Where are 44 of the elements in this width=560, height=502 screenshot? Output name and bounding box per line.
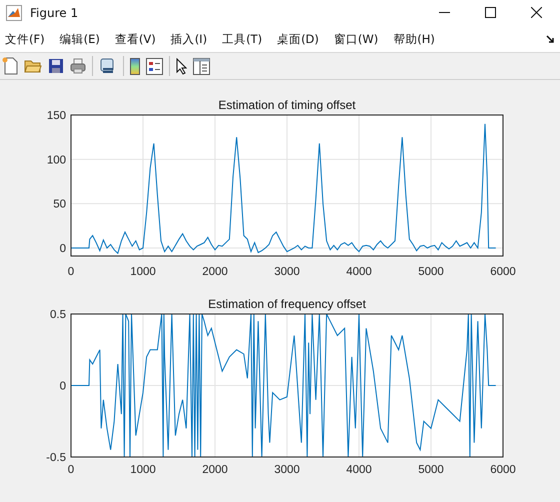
colorbar-icon[interactable] bbox=[130, 58, 140, 75]
menu-item[interactable]: 插入(I) bbox=[170, 32, 208, 46]
tick-label: 0 bbox=[60, 380, 66, 392]
menu-item[interactable]: 查看(V) bbox=[114, 32, 156, 46]
tick-label: -0.5 bbox=[46, 452, 66, 464]
legend-icon[interactable] bbox=[146, 58, 163, 75]
chart-title: Estimation of frequency offset bbox=[208, 297, 366, 311]
tick-label: 1000 bbox=[130, 464, 156, 476]
window-title: Figure 1 bbox=[30, 6, 78, 20]
tick-label: 0 bbox=[68, 266, 74, 278]
tick-label: 3000 bbox=[274, 464, 300, 476]
minimize-icon[interactable] bbox=[439, 12, 450, 14]
tick-label: 2000 bbox=[202, 464, 228, 476]
chart-title: Estimation of timing offset bbox=[218, 98, 356, 112]
menu-item[interactable]: 窗口(W) bbox=[334, 32, 378, 46]
menu-item[interactable]: 编辑(E) bbox=[60, 32, 100, 46]
printer-icon[interactable] bbox=[70, 58, 86, 74]
app-icon bbox=[6, 4, 22, 21]
menu-item[interactable]: 文件(F) bbox=[5, 32, 45, 46]
tick-label: 2000 bbox=[202, 266, 228, 278]
new-file-icon[interactable] bbox=[2, 57, 18, 76]
panel-icon[interactable] bbox=[193, 58, 210, 75]
tick-label: 0 bbox=[60, 243, 66, 256]
tick-label: 50 bbox=[53, 198, 66, 211]
tick-label: 5000 bbox=[418, 266, 444, 278]
close-icon[interactable] bbox=[531, 7, 542, 18]
tick-label: 5000 bbox=[418, 464, 444, 476]
tick-label: 6000 bbox=[490, 464, 516, 476]
dock-icon[interactable] bbox=[546, 34, 555, 44]
tick-label: 4000 bbox=[346, 464, 372, 476]
tick-label: 3000 bbox=[274, 266, 300, 278]
tick-label: 4000 bbox=[346, 266, 372, 278]
tick-label: 100 bbox=[46, 154, 66, 166]
folder-icon[interactable] bbox=[24, 58, 42, 74]
menu-item[interactable]: 工具(T) bbox=[222, 32, 262, 46]
pointer-icon[interactable] bbox=[176, 58, 187, 75]
tick-label: 1000 bbox=[130, 266, 156, 278]
maximize-icon[interactable] bbox=[485, 7, 496, 18]
menu-item[interactable]: 帮助(H) bbox=[393, 32, 435, 46]
tick-label: 6000 bbox=[490, 266, 516, 278]
tick-label: 0 bbox=[68, 464, 74, 476]
tick-label: 0.5 bbox=[50, 309, 66, 321]
tick-label: 150 bbox=[46, 110, 66, 122]
menu-item[interactable]: 桌面(D) bbox=[277, 32, 319, 46]
